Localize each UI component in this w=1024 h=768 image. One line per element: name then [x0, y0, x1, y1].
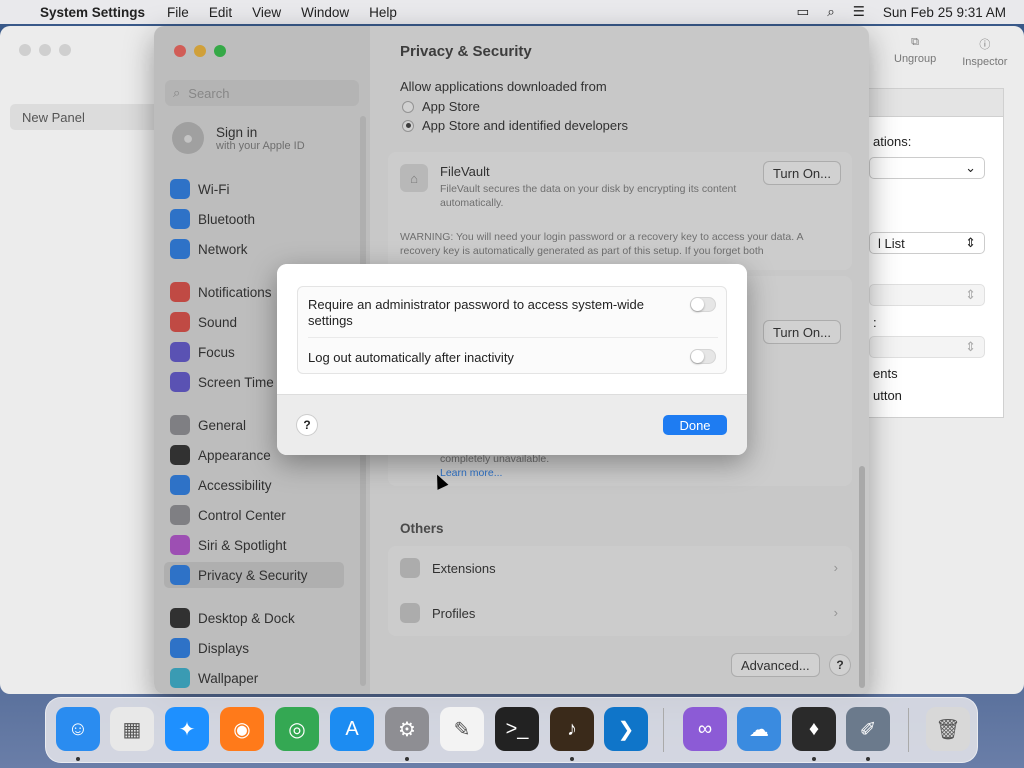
terminal-icon[interactable]: >_ [495, 707, 539, 751]
ungroup-button[interactable]: ⧉ Ungroup [894, 36, 936, 76]
dock-separator [663, 708, 664, 752]
screen-mirroring-icon[interactable]: ▭ [796, 4, 809, 20]
updown-chevron-icon: ⇕ [965, 339, 976, 354]
script-editor-icon[interactable]: ✐ [846, 707, 890, 751]
lock-settings-dialog: Require an administrator password to acc… [277, 264, 747, 455]
spotlight-search-icon[interactable]: ⌕ [827, 4, 835, 20]
require-admin-password-toggle[interactable] [690, 297, 716, 312]
dialog-footer: ? Done [277, 394, 747, 455]
textedit-icon[interactable]: ✎ [440, 707, 484, 751]
ungroup-icon: ⧉ [911, 36, 920, 48]
menu-bar: System Settings File Edit View Window He… [0, 0, 1024, 24]
sidebar-item-new-panel[interactable]: New Panel [10, 104, 160, 130]
menu-help[interactable]: Help [369, 5, 397, 20]
inspector-header [869, 89, 1003, 117]
inspector-select-3[interactable]: ⇕ [869, 284, 985, 306]
vscode-icon[interactable]: ❯ [604, 707, 648, 751]
running-indicator [866, 757, 870, 761]
inspector-button[interactable]: ⓘ Inspector [962, 36, 1007, 76]
zoom-button[interactable] [59, 44, 71, 56]
running-indicator [570, 757, 574, 761]
inspector-text-2: utton [873, 388, 902, 403]
options-group: Require an administrator password to acc… [297, 286, 727, 374]
inspector-select-list[interactable]: l List ⇕ [869, 232, 985, 254]
auto-logout-label: Log out automatically after inactivity [308, 350, 514, 365]
window-controls[interactable] [19, 44, 71, 56]
toolbar: ⧉ Ungroup ⓘ Inspector [864, 36, 1024, 76]
bartender-icon[interactable]: ♦ [792, 707, 836, 751]
require-admin-password-label: Require an administrator password to acc… [308, 297, 644, 328]
dock: ☺ ▦ ✦ ◉ ◎ A ⚙ ✎ >_ ♪ ❯ ∞ ☁ ♦ ✐ 🗑 [45, 697, 978, 763]
close-button[interactable] [19, 44, 31, 56]
launchpad-icon[interactable]: ▦ [110, 707, 154, 751]
firefox-icon[interactable]: ◉ [220, 707, 264, 751]
visual-studio-icon[interactable]: ∞ [683, 707, 727, 751]
updown-chevron-icon: ⇕ [965, 235, 976, 250]
menu-view[interactable]: View [252, 5, 281, 20]
finder-icon[interactable]: ☺ [56, 707, 100, 751]
menu-window[interactable]: Window [301, 5, 349, 20]
inspector-label: ations: [873, 134, 912, 149]
control-center-icon[interactable]: ☰ [853, 4, 865, 20]
trash-icon[interactable]: 🗑 [926, 707, 970, 751]
updown-chevron-icon: ⇕ [965, 287, 976, 302]
running-indicator [76, 757, 80, 761]
running-indicator [405, 757, 409, 761]
inspector-text-1: ents [873, 366, 898, 381]
inspector-label-2: : [873, 315, 877, 330]
running-indicator [812, 757, 816, 761]
system-settings-icon[interactable]: ⚙ [385, 707, 429, 751]
menu-edit[interactable]: Edit [209, 5, 232, 20]
menu-file[interactable]: File [167, 5, 189, 20]
divider [308, 337, 718, 338]
dock-separator [908, 708, 909, 752]
inspector-select-4[interactable]: ⇕ [869, 336, 985, 358]
done-button[interactable]: Done [663, 415, 727, 435]
menu-clock[interactable]: Sun Feb 25 9:31 AM [883, 5, 1006, 20]
chevron-down-icon: ⌄ [965, 160, 976, 175]
inspector-select-1[interactable]: ⌄ [869, 157, 985, 179]
safari-icon[interactable]: ✦ [165, 707, 209, 751]
app-store-icon[interactable]: A [330, 707, 374, 751]
weather-icon[interactable]: ☁ [737, 707, 781, 751]
minimize-button[interactable] [39, 44, 51, 56]
inspector-panel: ations: ⌄ l List ⇕ ⇕ : ⇕ ents utton [868, 88, 1004, 418]
chrome-icon[interactable]: ◎ [275, 707, 319, 751]
garageband-icon[interactable]: ♪ [550, 707, 594, 751]
dialog-help-button[interactable]: ? [297, 415, 317, 435]
menu-app-name[interactable]: System Settings [40, 5, 145, 20]
info-icon: ⓘ [979, 39, 991, 51]
auto-logout-toggle[interactable] [690, 349, 716, 364]
dialog-body: Require an administrator password to acc… [277, 264, 747, 394]
